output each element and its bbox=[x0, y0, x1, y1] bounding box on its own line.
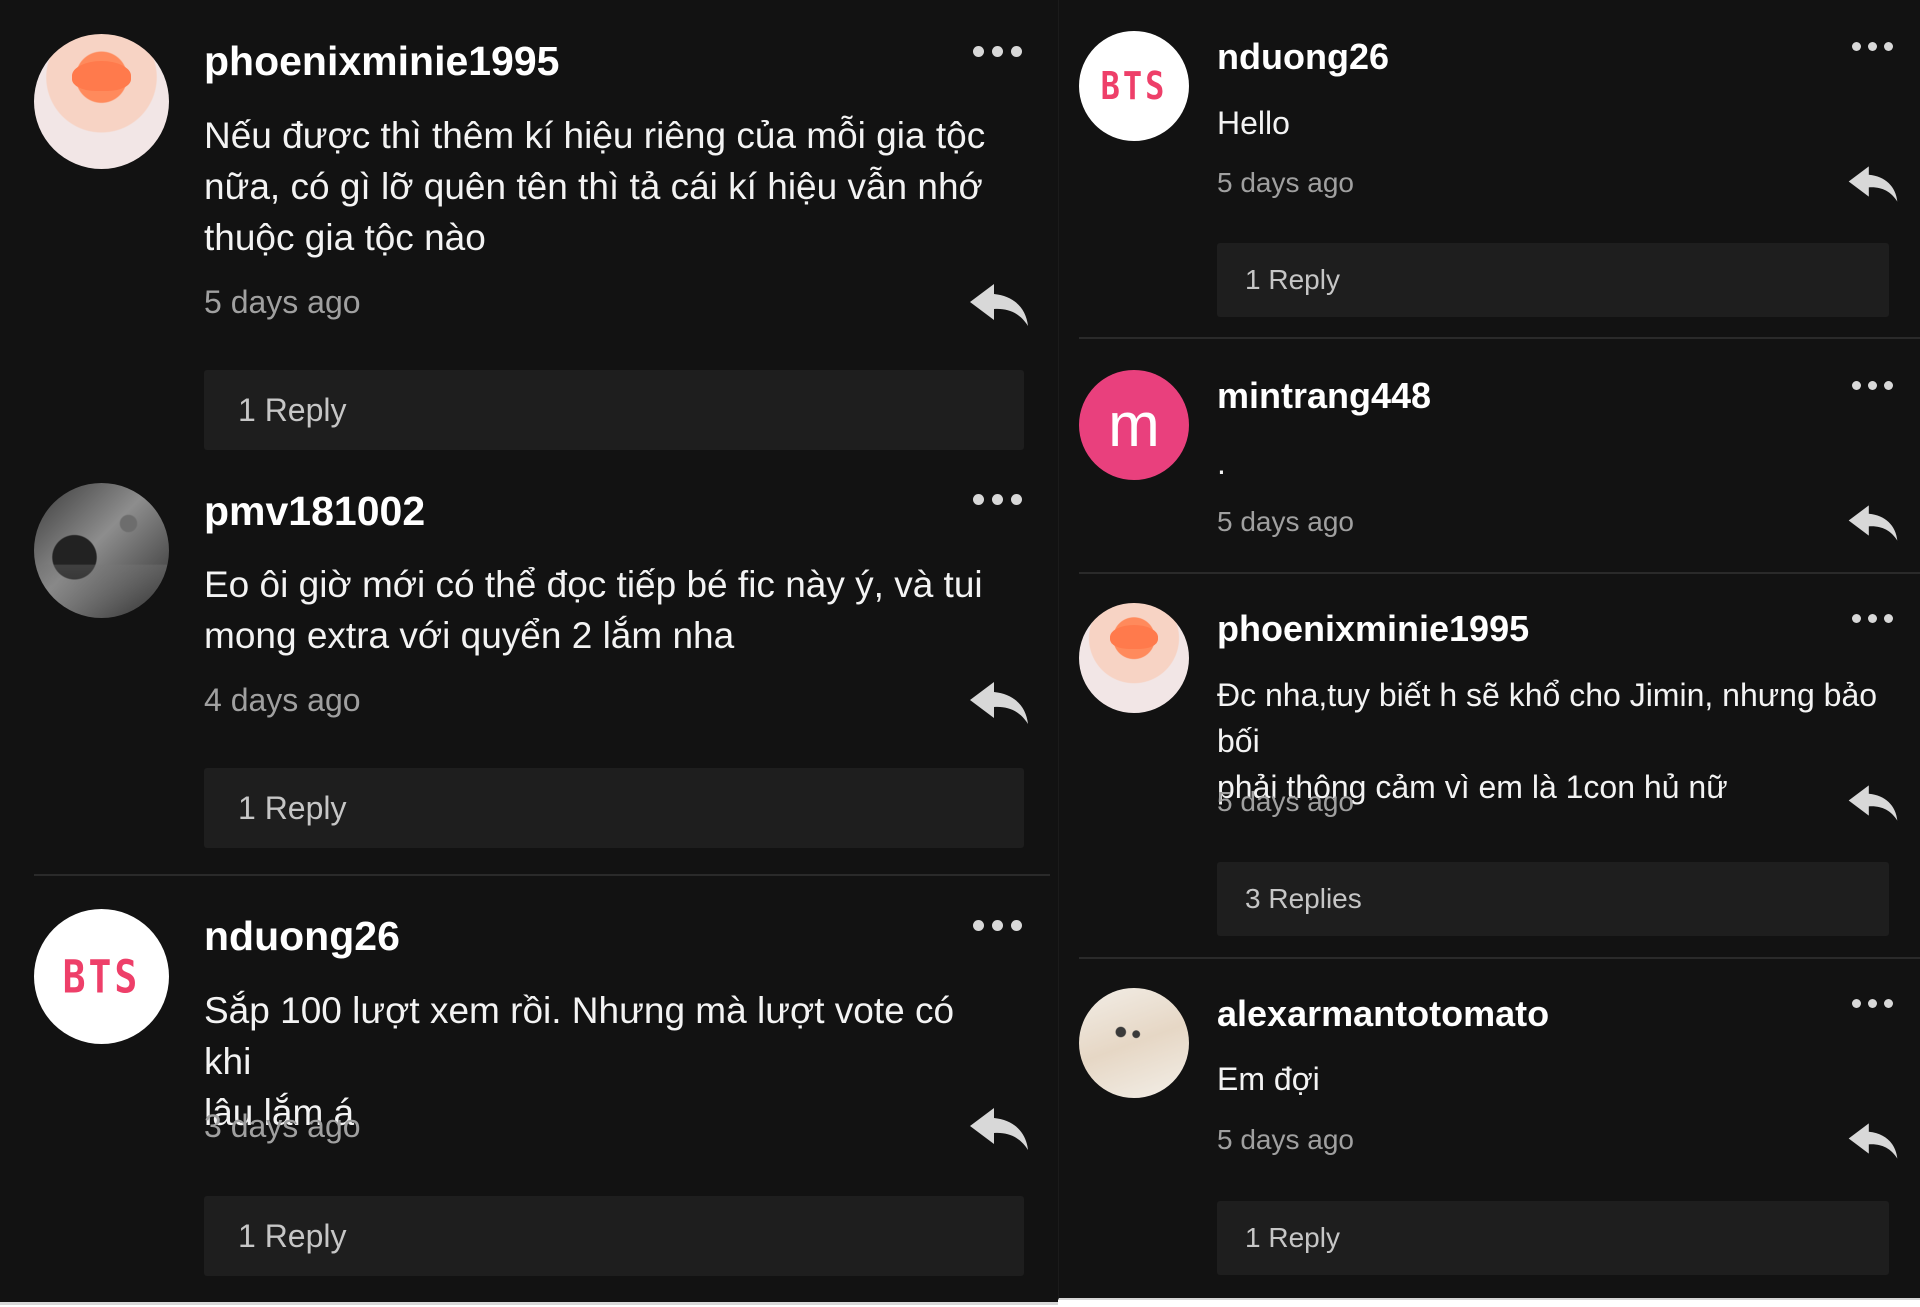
comment-username[interactable]: nduong26 bbox=[1217, 36, 1389, 78]
comment-text: . bbox=[1217, 445, 1226, 481]
comment-text: Eo ôi giờ mới có thể đọc tiếp bé fic này… bbox=[204, 564, 983, 656]
comment-timestamp: 3 days ago bbox=[204, 1108, 361, 1144]
avatar-letter: m bbox=[1108, 390, 1160, 460]
more-options-icon[interactable] bbox=[973, 920, 1022, 931]
comment-text: Em đợi bbox=[1217, 1061, 1320, 1097]
reply-arrow-icon[interactable] bbox=[1847, 1121, 1899, 1161]
comment-timestamp: 5 days ago bbox=[1217, 167, 1354, 198]
comment-text: Nếu được thì thêm kí hiệu riêng của mỗi … bbox=[204, 115, 986, 258]
avatar[interactable] bbox=[34, 34, 169, 169]
more-options-icon[interactable] bbox=[973, 46, 1022, 57]
divider bbox=[1079, 957, 1920, 959]
comment-username[interactable]: pmv181002 bbox=[204, 488, 425, 535]
comment-timestamp: 5 days ago bbox=[204, 284, 361, 320]
reply-arrow-icon[interactable] bbox=[968, 680, 1030, 726]
comment-username[interactable]: alexarmantotomato bbox=[1217, 993, 1549, 1035]
reply-arrow-icon[interactable] bbox=[1847, 503, 1899, 543]
divider bbox=[1079, 337, 1920, 339]
reply-arrow-icon[interactable] bbox=[1847, 783, 1899, 823]
bts-logo-icon: BTS bbox=[1100, 63, 1168, 109]
view-replies-button[interactable]: 1 Reply bbox=[204, 768, 1024, 848]
reply-arrow-icon[interactable] bbox=[1847, 164, 1899, 204]
more-options-icon[interactable] bbox=[1852, 381, 1893, 390]
more-options-icon[interactable] bbox=[1852, 614, 1893, 623]
view-replies-button[interactable]: 1 Reply bbox=[1217, 1201, 1889, 1275]
divider bbox=[1079, 572, 1920, 574]
replies-count: 1 Reply bbox=[1245, 1222, 1340, 1253]
avatar[interactable] bbox=[34, 483, 169, 618]
comment-timestamp: 5 days ago bbox=[1217, 506, 1354, 537]
comment-timestamp: 5 days ago bbox=[1217, 1124, 1354, 1155]
comments-panel-left: phoenixminie1995 Nếu được thì thêm kí hi… bbox=[0, 0, 1058, 1305]
view-replies-button[interactable]: 1 Reply bbox=[204, 1196, 1024, 1276]
avatar[interactable] bbox=[1079, 988, 1189, 1098]
replies-count: 3 Replies bbox=[1245, 883, 1362, 914]
replies-count: 1 Reply bbox=[238, 789, 347, 826]
replies-count: 1 Reply bbox=[238, 1217, 347, 1254]
divider bbox=[34, 874, 1050, 876]
replies-count: 1 Reply bbox=[1245, 264, 1340, 295]
avatar[interactable]: BTS bbox=[34, 909, 169, 1044]
comment-username[interactable]: mintrang448 bbox=[1217, 375, 1431, 417]
comments-panel-right: BTS nduong26 Hello 5 days ago 1 Reply m … bbox=[1058, 0, 1920, 1300]
reply-arrow-icon[interactable] bbox=[968, 282, 1030, 328]
more-options-icon[interactable] bbox=[973, 494, 1022, 505]
avatar[interactable] bbox=[1079, 603, 1189, 713]
view-replies-button[interactable]: 3 Replies bbox=[1217, 862, 1889, 936]
comment-username[interactable]: phoenixminie1995 bbox=[1217, 608, 1529, 650]
comment-username[interactable]: nduong26 bbox=[204, 913, 400, 960]
reply-arrow-icon[interactable] bbox=[968, 1106, 1030, 1152]
comment-timestamp: 4 days ago bbox=[204, 682, 361, 718]
comment-username[interactable]: phoenixminie1995 bbox=[204, 38, 559, 85]
view-replies-button[interactable]: 1 Reply bbox=[204, 370, 1024, 450]
comment-timestamp: 5 days ago bbox=[1217, 786, 1354, 817]
more-options-icon[interactable] bbox=[1852, 42, 1893, 51]
avatar[interactable]: BTS bbox=[1079, 31, 1189, 141]
bts-logo-icon: BTS bbox=[62, 950, 141, 1003]
more-options-icon[interactable] bbox=[1852, 999, 1893, 1008]
avatar[interactable]: m bbox=[1079, 370, 1189, 480]
replies-count: 1 Reply bbox=[238, 391, 347, 428]
comment-text: Hello bbox=[1217, 105, 1290, 141]
view-replies-button[interactable]: 1 Reply bbox=[1217, 243, 1889, 317]
